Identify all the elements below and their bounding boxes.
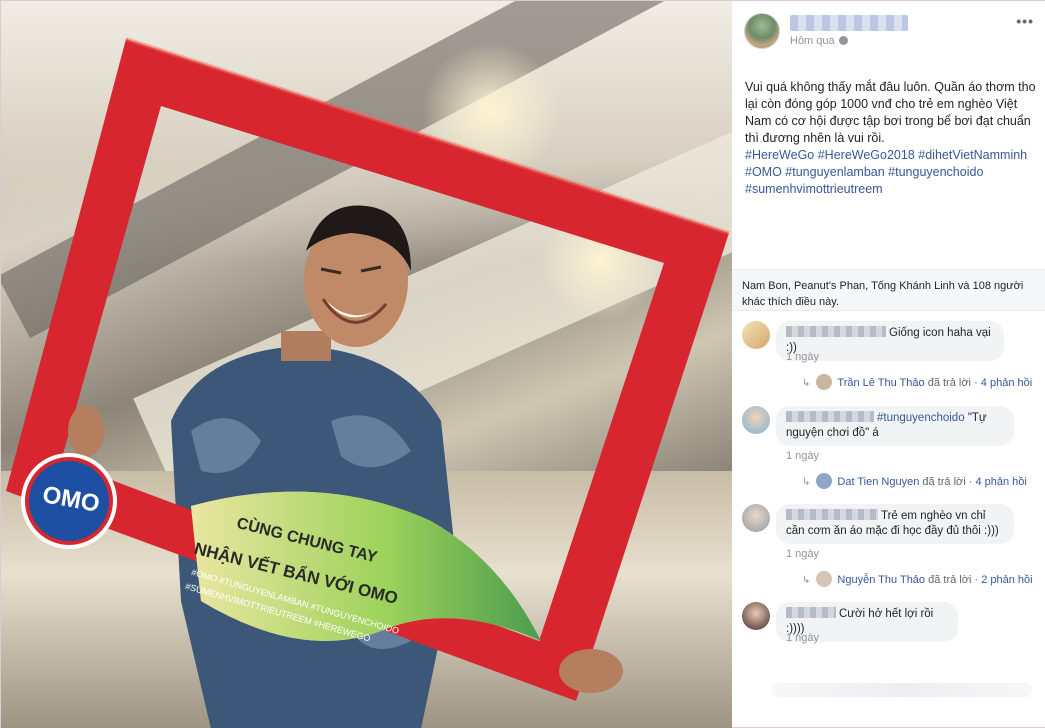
reply-separator: · [974, 574, 979, 586]
hashtag-link[interactable]: #HereWeGo2018 [818, 148, 915, 162]
comment-input-redacted[interactable] [772, 683, 1032, 697]
commenter-name-redacted[interactable] [786, 411, 874, 422]
comment-time[interactable]: 1 ngày [786, 351, 819, 363]
reply-count: 4 phản hồi [980, 377, 1033, 389]
facebook-photo-viewer: OMO CÙNG CHUNG TAY NHẬN VẾT BẨN VỚI OMO … [0, 0, 1045, 728]
likes-summary[interactable]: Nam Bon, Peanut's Phan, Tống Khánh Linh … [732, 269, 1045, 311]
hashtag-link[interactable]: #HereWeGo [745, 148, 814, 162]
comment-hashtag[interactable]: #tunguyenchoido [877, 412, 965, 424]
post-time-label: Hôm qua [790, 35, 835, 47]
author-avatar[interactable] [744, 13, 780, 49]
replier-avatar [816, 571, 833, 587]
commenter-avatar[interactable] [742, 321, 770, 349]
post-hashtags: #HereWeGo #HereWeGo2018 #dihetVietNammin… [745, 147, 1037, 198]
reply-arrow-icon: ↳ [802, 575, 811, 586]
comment-time[interactable]: 1 ngày [786, 548, 819, 560]
hashtag-link[interactable]: #sumenhvimottrieutreem [745, 182, 883, 196]
reply-count: 4 phản hồi [975, 476, 1027, 488]
author-name-redacted[interactable] [790, 15, 908, 31]
reply-separator: · [968, 476, 973, 488]
likes-text: Nam Bon, Peanut's Phan, Tống Khánh Linh … [742, 280, 1024, 308]
reply-count: 2 phản hồi [981, 574, 1033, 586]
commenter-avatar[interactable] [742, 504, 770, 532]
comment-time[interactable]: 1 ngày [786, 632, 819, 644]
post-header: Hôm qua ••• [744, 11, 1034, 51]
commenter-name-redacted[interactable] [786, 607, 836, 618]
hashtag-link[interactable]: #tunguyenlamban [785, 165, 884, 179]
replier-name: Dat Tien Nguyen [837, 476, 920, 488]
replier-avatar [816, 374, 833, 390]
post-body: Vui quá không thấy mắt đâu luôn. Quần áo… [745, 79, 1037, 198]
comment-time[interactable]: 1 ngày [786, 450, 819, 462]
reply-action: đã trả lời [928, 574, 972, 586]
comment-bubble: #tunguyenchoido "Tự nguyện chơi đồ" á [776, 406, 1014, 446]
reply-arrow-icon: ↳ [802, 477, 811, 488]
commenter-avatar[interactable] [742, 406, 770, 434]
reply-action: đã trả lời [927, 377, 971, 389]
hashtag-link[interactable]: #dihetVietNamminh [918, 148, 1027, 162]
view-replies-link[interactable]: ↳ Trần Lê Thu Thảo đã trả lời · 4 phản hồ… [802, 374, 1032, 390]
comment-item: Trẻ em nghèo vn chỉ cần cơm ăn áo mặc đi… [742, 504, 1038, 594]
reply-arrow-icon: ↳ [802, 378, 811, 389]
post-photo[interactable]: OMO CÙNG CHUNG TAY NHẬN VẾT BẨN VỚI OMO … [1, 1, 732, 728]
post-details-panel: Hôm qua ••• Vui quá không thấy mắt đâu l… [732, 1, 1045, 727]
replier-name: Nguyễn Thu Thảo [837, 574, 926, 586]
hashtag-link[interactable]: #OMO [745, 165, 782, 179]
globe-icon [838, 36, 848, 45]
commenter-avatar[interactable] [742, 602, 770, 630]
hashtag-link[interactable]: #tunguyenchoido [888, 165, 983, 179]
commenter-name-redacted[interactable] [786, 509, 878, 520]
person-figure [171, 205, 456, 728]
comment-bubble: Trẻ em nghèo vn chỉ cần cơm ăn áo mặc đi… [776, 504, 1014, 544]
replier-name: Trần Lê Thu Thảo [837, 377, 925, 389]
view-replies-link[interactable]: ↳ Nguyễn Thu Thảo đã trả lời · 2 phản hồi [802, 571, 1033, 587]
more-options-button[interactable]: ••• [1016, 13, 1034, 29]
comment-item: Giống icon haha vại :)) 1 ngày ↳ Trần Lê … [742, 321, 1038, 391]
reply-separator: · [974, 377, 978, 389]
commenter-name-redacted[interactable] [786, 326, 886, 337]
reply-action: đã trả lời [922, 476, 966, 488]
comment-item: Cười hở hết lợi rồi :)))) 1 ngày [742, 602, 1038, 650]
post-timestamp[interactable]: Hôm qua [790, 35, 848, 47]
view-replies-link[interactable]: ↳ Dat Tien Nguyen đã trả lời · 4 phản hồi [802, 473, 1027, 489]
post-caption: Vui quá không thấy mắt đâu luôn. Quần áo… [745, 80, 1036, 145]
comment-item: #tunguyenchoido "Tự nguyện chơi đồ" á 1 … [742, 406, 1038, 496]
replier-avatar [816, 473, 833, 489]
